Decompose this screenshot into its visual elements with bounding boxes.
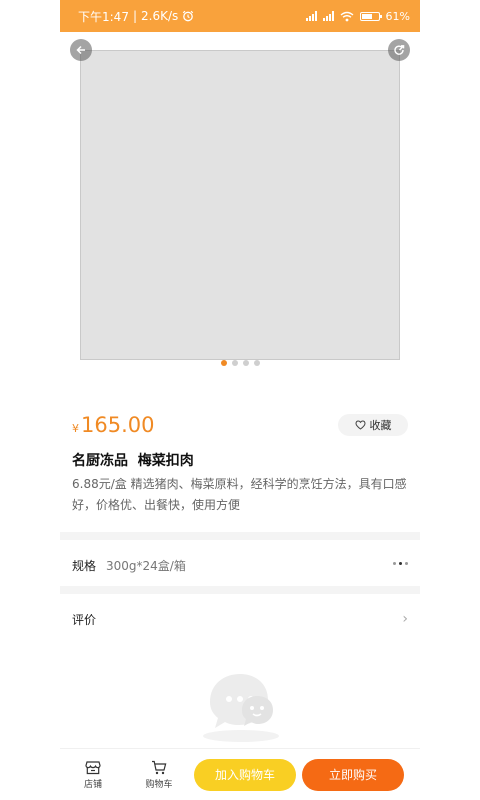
share-icon <box>394 45 405 55</box>
carousel-dot <box>231 360 238 366</box>
add-to-cart-button[interactable]: 加入购物车 <box>194 758 296 791</box>
battery-icon <box>359 11 382 21</box>
section-divider <box>60 532 420 540</box>
store-button[interactable]: 店铺 <box>60 760 126 790</box>
section-divider-2 <box>60 586 420 594</box>
currency-symbol: ¥ <box>72 422 79 435</box>
chevron-right-icon: › <box>402 611 408 627</box>
alarm-icon <box>183 10 194 22</box>
review-row[interactable]: 评价 › <box>60 604 420 634</box>
share-button[interactable] <box>388 39 410 61</box>
carousel-dot <box>253 360 260 366</box>
status-time: 下午1:47 <box>78 9 129 24</box>
product-description: 6.88元/盒 精选猪肉、梅菜原料，经科学的烹饪方法，具有口感好，价格优、出餐快… <box>72 477 407 512</box>
cart-label: 购物车 <box>145 779 173 790</box>
price-row: ¥ 165.00 收藏 <box>60 400 420 450</box>
heart-icon <box>354 420 366 430</box>
spec-value: 300g*24盒/箱 <box>106 558 186 573</box>
store-label: 店铺 <box>83 779 102 790</box>
bottom-action-bar: 店铺 购物车 加入购物车 立即购买 <box>60 748 420 800</box>
review-label: 评价 <box>72 612 97 627</box>
price-value: 165.00 <box>81 413 155 437</box>
wifi-icon <box>340 11 353 21</box>
store-icon <box>85 760 101 774</box>
cart-nav-button[interactable]: 购物车 <box>126 760 192 790</box>
signal-icon-2 <box>322 11 334 21</box>
signal-icon <box>305 11 317 21</box>
battery-level: 61% <box>385 9 410 23</box>
status-left: 下午1:47 | 2.6K/s <box>78 8 194 25</box>
buy-now-button[interactable]: 立即购买 <box>302 758 404 791</box>
favorite-button[interactable]: 收藏 <box>338 414 408 436</box>
spec-label: 规格 <box>72 558 97 573</box>
spec-row[interactable]: 规格 300g*24盒/箱 <box>60 550 420 580</box>
status-separator: | <box>132 9 137 23</box>
favorite-label: 收藏 <box>369 419 392 432</box>
empty-review-illustration <box>203 674 279 742</box>
product-image <box>80 50 400 360</box>
product-detail-screen: 下午1:47 | 2.6K/s 61% ¥ 165.00 收藏 名厨冻品 梅菜扣… <box>0 0 480 800</box>
product-title: 名厨冻品 梅菜扣肉 <box>72 453 194 469</box>
carousel-dot <box>242 360 249 366</box>
cart-icon <box>152 760 167 774</box>
more-icon[interactable] <box>393 562 408 565</box>
arrow-left-icon <box>76 45 85 55</box>
carousel-dot <box>220 360 227 366</box>
product-image-carousel[interactable] <box>60 32 420 372</box>
network-speed: 2.6K/s <box>141 9 179 23</box>
product-price: ¥ 165.00 <box>72 413 154 437</box>
status-right: 61% <box>305 9 410 23</box>
status-bar: 下午1:47 | 2.6K/s 61% <box>60 0 420 32</box>
carousel-indicator <box>60 360 420 366</box>
back-button[interactable] <box>70 39 92 61</box>
